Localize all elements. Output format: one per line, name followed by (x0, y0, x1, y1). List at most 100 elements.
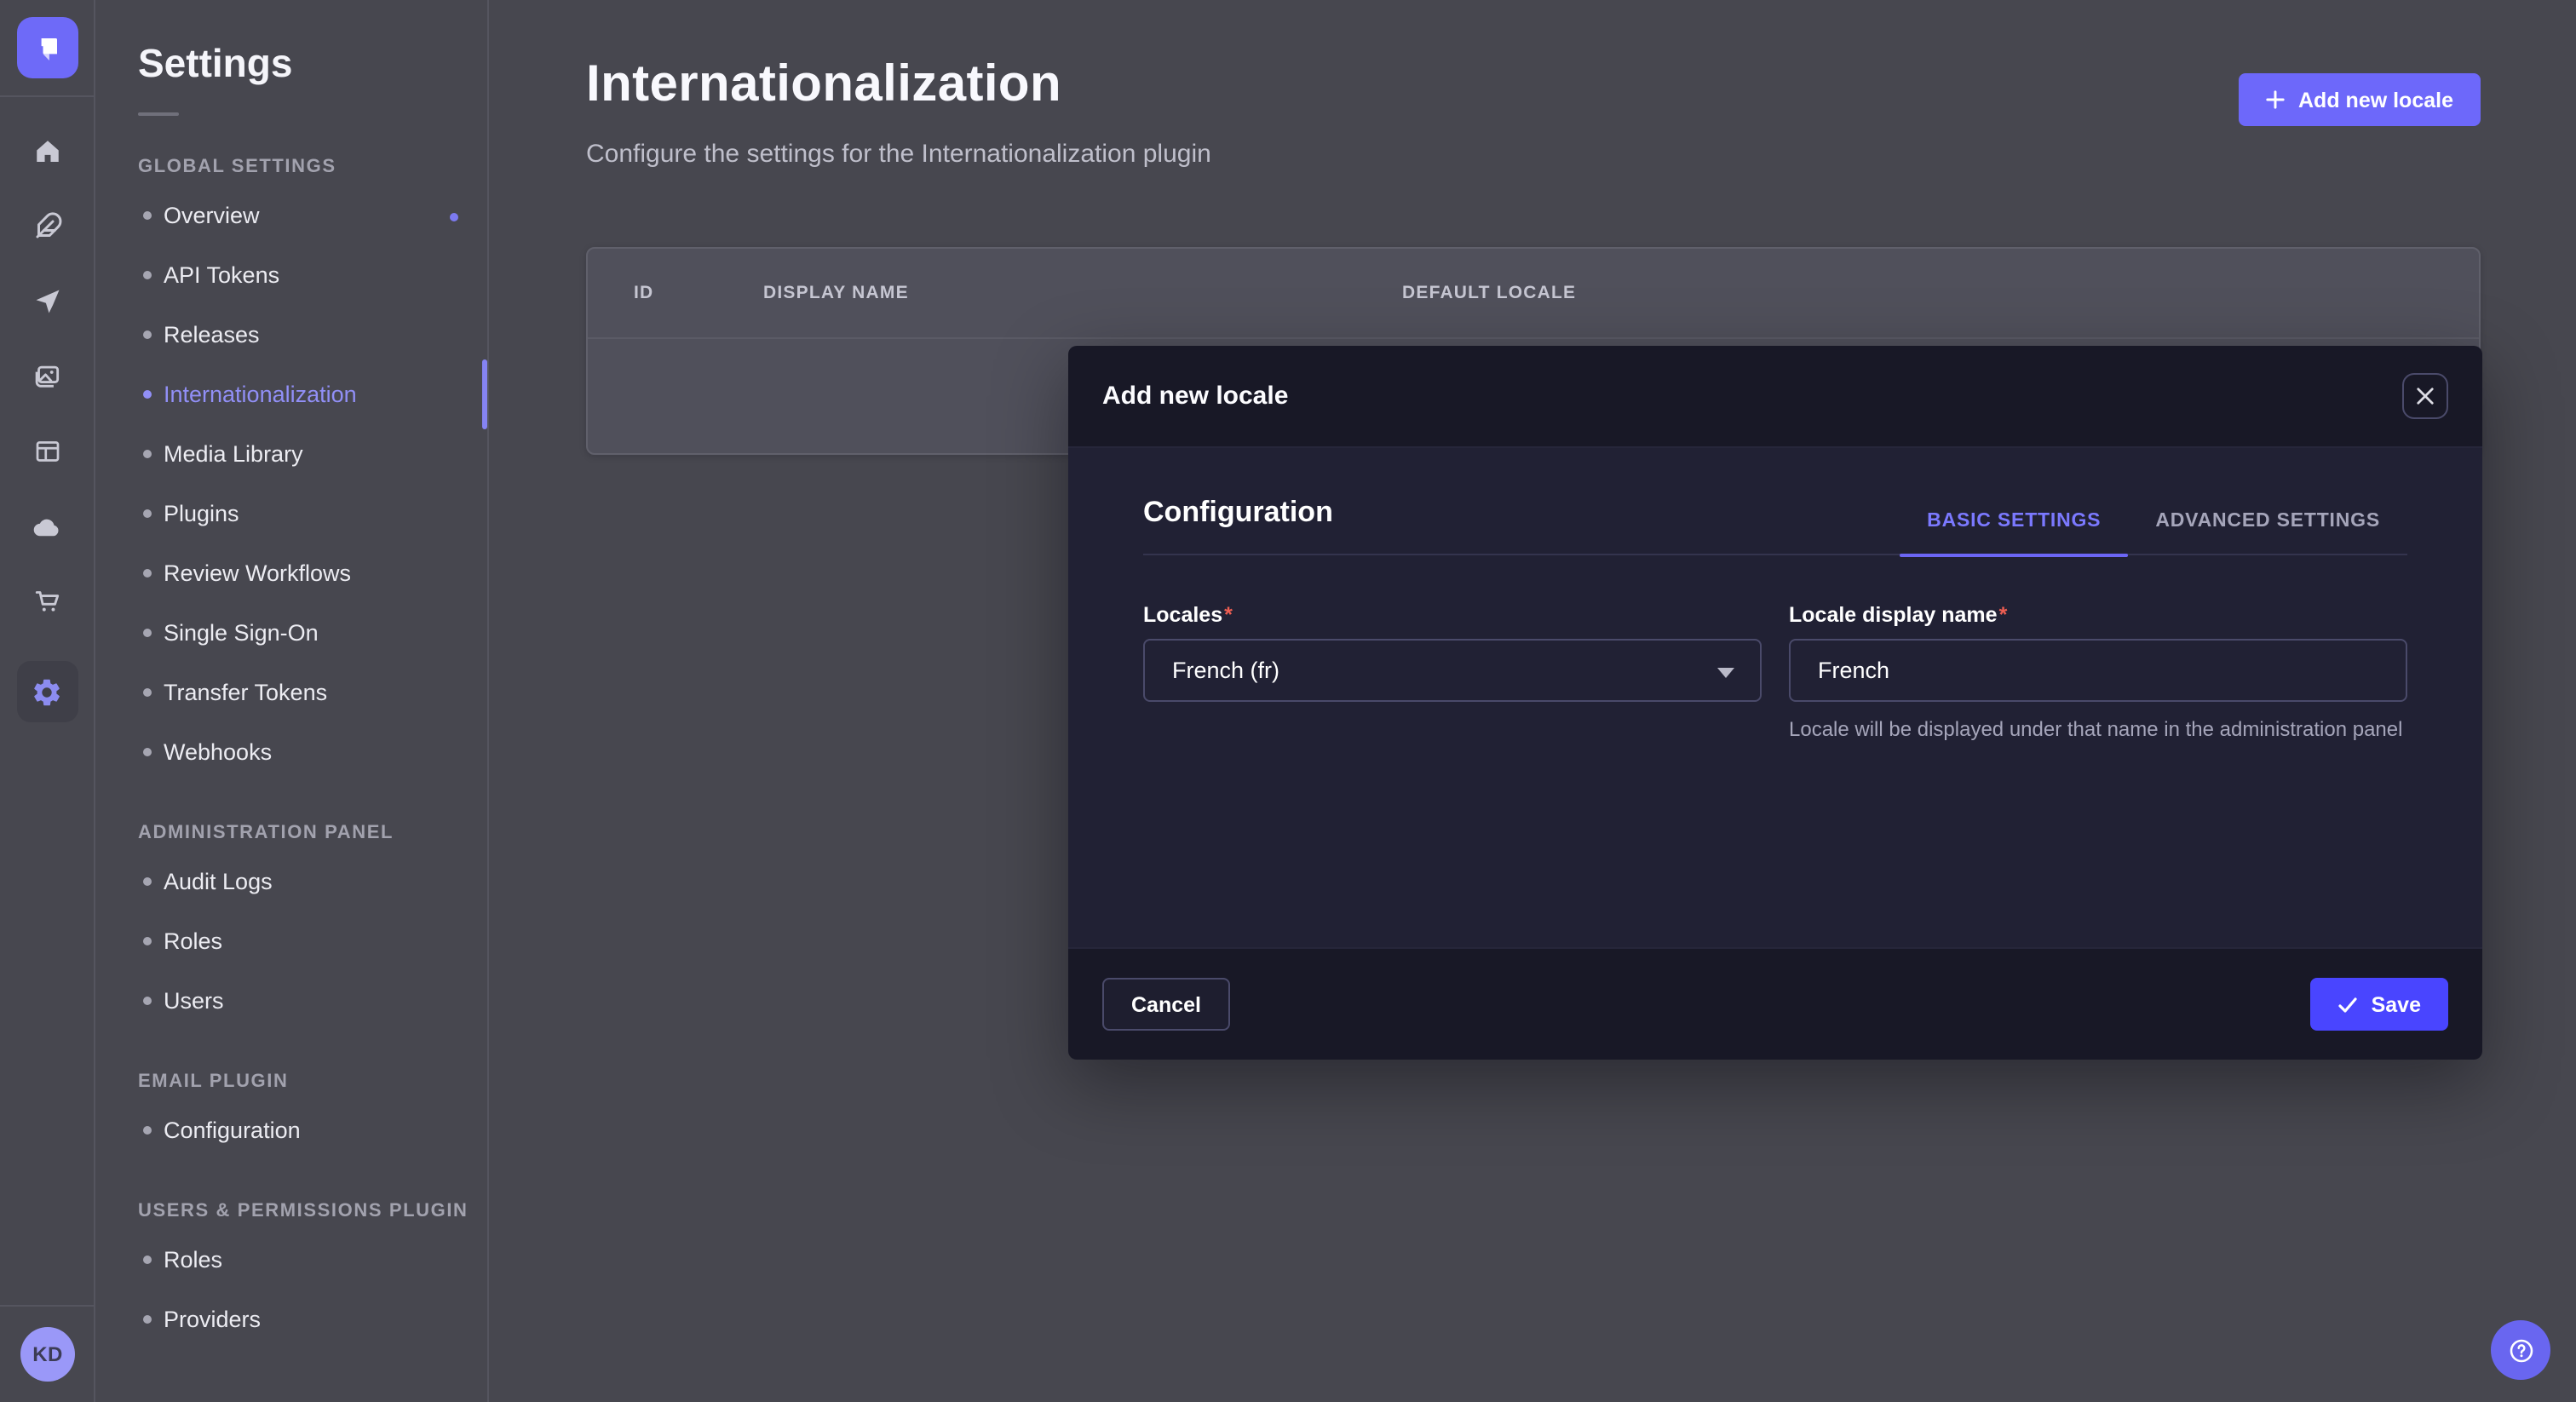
sidebar-item-audit-logs[interactable]: Audit Logs (95, 852, 487, 911)
column-display-name: DISPLAY NAME (763, 249, 909, 339)
settings-gear-icon[interactable] (16, 661, 78, 722)
bullet (143, 390, 152, 399)
bullet (143, 450, 152, 458)
sidebar-item-label: Webhooks (164, 739, 272, 765)
sidebar-item-label: Audit Logs (164, 869, 273, 894)
check-icon (2337, 994, 2358, 1014)
sidebar-item-label: Providers (164, 1307, 261, 1332)
strapi-logo-icon (29, 29, 66, 66)
required-asterisk: * (1224, 603, 1233, 627)
sidebar-item-up-roles[interactable]: Roles (95, 1230, 487, 1290)
bullet (143, 937, 152, 945)
sidebar-item-internationalization[interactable]: Internationalization (95, 365, 487, 424)
modal-body: Configuration BASIC SETTINGS ADVANCED SE… (1068, 448, 2482, 947)
sidebar-item-label: Users (164, 988, 224, 1014)
display-name-label: Locale display name* (1789, 603, 2407, 627)
bullet (143, 509, 152, 518)
column-id: ID (634, 249, 653, 339)
marketplace-cart-icon[interactable] (16, 579, 78, 623)
sidebar-item-label: Configuration (164, 1118, 301, 1143)
save-button[interactable]: Save (2310, 978, 2448, 1031)
configuration-title: Configuration (1143, 496, 1333, 554)
sidebar-item-label: Plugins (164, 501, 239, 526)
add-new-locale-button[interactable]: Add new locale (2239, 73, 2481, 126)
home-icon[interactable] (16, 129, 78, 174)
add-locale-modal: Add new locale Configuration BASIC SETTI… (1068, 346, 2482, 1060)
required-asterisk: * (1999, 603, 2008, 627)
close-button[interactable] (2402, 373, 2448, 419)
sidebar-item-single-sign-on[interactable]: Single Sign-On (95, 603, 487, 663)
bullet (143, 997, 152, 1005)
question-icon (2505, 1335, 2536, 1365)
sidebar-item-releases[interactable]: Releases (95, 305, 487, 365)
bullet (143, 1255, 152, 1264)
main-content: Internationalization Configure the setti… (489, 0, 2576, 1402)
display-name-input[interactable] (1789, 639, 2407, 702)
bullet (143, 688, 152, 697)
page-title: Internationalization (586, 56, 1061, 114)
locales-label-text: Locales (1143, 603, 1222, 627)
display-name-label-text: Locale display name (1789, 603, 1998, 627)
media-library-icon[interactable] (16, 354, 78, 399)
sidebar-item-transfer-tokens[interactable]: Transfer Tokens (95, 663, 487, 722)
sidebar-item-label: Review Workflows (164, 560, 351, 586)
sidebar-title: Settings (138, 41, 487, 87)
locales-label: Locales* (1143, 603, 1762, 627)
cancel-button[interactable]: Cancel (1102, 978, 1230, 1031)
sidebar-item-users[interactable]: Users (95, 971, 487, 1031)
bullet (143, 271, 152, 279)
sidebar-item-providers[interactable]: Providers (95, 1290, 487, 1349)
column-default-locale: DEFAULT LOCALE (1402, 249, 1576, 339)
user-avatar[interactable]: KD (20, 1327, 75, 1382)
strapi-logo[interactable] (17, 17, 78, 78)
screen: KD Settings GLOBAL SETTINGS Overview API… (0, 0, 2576, 1402)
display-name-hint: Locale will be displayed under that name… (1789, 715, 2407, 744)
plus-icon (2266, 90, 2285, 109)
section-header: USERS & PERMISSIONS PLUGIN (95, 1192, 487, 1230)
sidebar-title-divider (138, 112, 179, 116)
section-header: GLOBAL SETTINGS (95, 148, 487, 186)
section-header: EMAIL PLUGIN (95, 1063, 487, 1100)
notification-dot (450, 212, 458, 221)
sidebar-item-media-library[interactable]: Media Library (95, 424, 487, 484)
section-global-settings: GLOBAL SETTINGS Overview API Tokens Rele… (95, 148, 487, 782)
sidebar-item-label: Roles (164, 1247, 222, 1273)
sidebar-item-label: Internationalization (164, 382, 357, 407)
content-manager-feather-icon[interactable] (16, 204, 78, 249)
bullet (143, 211, 152, 220)
help-button[interactable] (2491, 1320, 2550, 1380)
bullet (143, 1126, 152, 1135)
tab-advanced-settings[interactable]: ADVANCED SETTINGS (2128, 511, 2407, 554)
content-type-builder-layout-icon[interactable] (16, 429, 78, 474)
close-icon (2416, 387, 2435, 405)
save-label: Save (2372, 992, 2421, 1016)
sidebar-item-label: Media Library (164, 441, 303, 467)
modal-title: Add new locale (1102, 382, 1288, 411)
sidebar-item-api-tokens[interactable]: API Tokens (95, 245, 487, 305)
bullet (143, 629, 152, 637)
sidebar-item-review-workflows[interactable]: Review Workflows (95, 543, 487, 603)
display-name-field-group: Locale display name* Locale will be disp… (1789, 603, 2407, 744)
modal-header: Add new locale (1068, 346, 2482, 448)
sidebar-item-label: Single Sign-On (164, 620, 319, 646)
section-email-plugin: EMAIL PLUGIN Configuration (95, 1063, 487, 1160)
rail-divider (0, 95, 94, 97)
sidebar-item-webhooks[interactable]: Webhooks (95, 722, 487, 782)
sidebar-item-label: Overview (164, 203, 260, 228)
page-subtitle: Configure the settings for the Internati… (586, 140, 1211, 169)
bullet (143, 1315, 152, 1324)
sidebar-item-email-configuration[interactable]: Configuration (95, 1100, 487, 1160)
sidebar-item-label: Transfer Tokens (164, 680, 327, 705)
locales-select[interactable]: French (fr) (1143, 639, 1762, 702)
modal-footer: Cancel Save (1068, 947, 2482, 1060)
cloud-icon[interactable] (16, 504, 78, 549)
tab-basic-settings[interactable]: BASIC SETTINGS (1900, 511, 2128, 554)
releases-send-icon[interactable] (16, 279, 78, 324)
sidebar-item-overview[interactable]: Overview (95, 186, 487, 245)
section-header: ADMINISTRATION PANEL (95, 814, 487, 852)
sidebar-item-label: API Tokens (164, 262, 279, 288)
sidebar-item-admin-roles[interactable]: Roles (95, 911, 487, 971)
sidebar-item-plugins[interactable]: Plugins (95, 484, 487, 543)
bullet (143, 569, 152, 577)
chevron-down-icon (1717, 667, 1734, 677)
